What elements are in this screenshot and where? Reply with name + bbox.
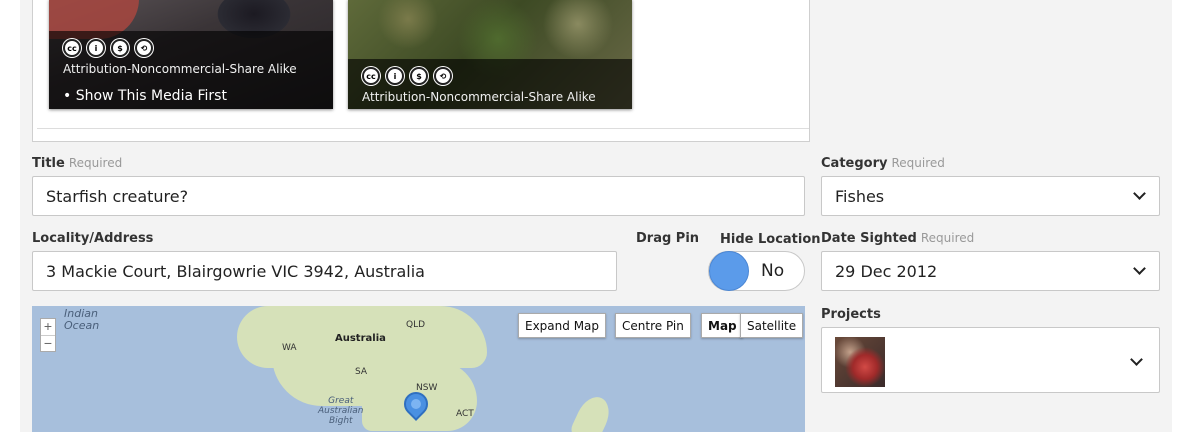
- hide-location-toggle[interactable]: No: [708, 251, 805, 291]
- cc-license-icons: cc i $ ⟲: [63, 39, 153, 57]
- map-label-line: Australian: [318, 406, 364, 416]
- date-sighted-label-text: Date Sighted: [821, 231, 917, 246]
- required-hint: Required: [920, 231, 975, 245]
- map-type-map-button[interactable]: Map: [701, 313, 743, 338]
- chevron-down-icon: [1130, 353, 1143, 366]
- title-input[interactable]: Starfish creature?: [32, 176, 805, 216]
- locality-input[interactable]: 3 Mackie Court, Blairgowrie VIC 3942, Au…: [32, 251, 617, 291]
- map-zoom-control: + −: [40, 318, 56, 352]
- locality-label: Locality/Address: [32, 231, 154, 246]
- date-sighted-value: 29 Dec 2012: [835, 261, 938, 281]
- expand-map-button[interactable]: Expand Map: [518, 313, 607, 338]
- date-sighted-select[interactable]: 29 Dec 2012: [821, 251, 1160, 291]
- map-label-wa: WA: [282, 343, 297, 353]
- map-label-indian-ocean: Indian Ocean: [64, 308, 99, 332]
- map-type-satellite-button[interactable]: Satellite: [740, 313, 804, 338]
- media-card-1[interactable]: cc i $ ⟲ Attribution-Noncommercial-Share…: [49, 0, 333, 109]
- location-map[interactable]: Indian Ocean Australia QLD WA SA NSW ACT…: [32, 306, 805, 432]
- show-media-first-link[interactable]: • Show This Media First: [63, 88, 227, 104]
- date-sighted-label: Date Sighted Required: [821, 231, 974, 246]
- chevron-down-icon: [1133, 187, 1146, 200]
- map-label-line: Ocean: [64, 319, 100, 332]
- map-label-sa: SA: [355, 367, 368, 377]
- zoom-in-button[interactable]: +: [41, 319, 55, 335]
- media-strip: cc i $ ⟲ Attribution-Noncommercial-Share…: [37, 0, 809, 129]
- media-panel: cc i $ ⟲ Attribution-Noncommercial-Share…: [32, 0, 810, 142]
- cc-icon: cc: [362, 67, 380, 85]
- map-label-act: ACT: [456, 409, 474, 419]
- category-label-text: Category: [821, 156, 888, 171]
- cc-icon: cc: [63, 39, 81, 57]
- toggle-value: No: [761, 261, 785, 281]
- title-label: Title Required: [32, 156, 122, 171]
- cc-license-icons: cc i $ ⟲: [362, 67, 452, 85]
- category-select[interactable]: Fishes: [821, 176, 1160, 216]
- category-value: Fishes: [835, 186, 885, 206]
- projects-select[interactable]: [821, 327, 1160, 393]
- projects-label: Projects: [821, 307, 881, 322]
- category-label: Category Required: [821, 156, 945, 171]
- map-label-line: Great: [328, 396, 354, 406]
- map-label-great-australian-bight: Great Australian Bight: [318, 396, 364, 426]
- hide-location-label: Hide Location: [720, 232, 821, 247]
- required-hint: Required: [68, 156, 123, 170]
- chevron-down-icon: [1133, 262, 1146, 275]
- share-alike-icon: ⟲: [135, 39, 153, 57]
- zoom-out-button[interactable]: −: [41, 335, 55, 351]
- map-land-nz: [568, 391, 616, 432]
- attribution-icon: i: [386, 67, 404, 85]
- media-overlay: cc i $ ⟲ Attribution-Noncommercial-Share…: [348, 59, 632, 109]
- media-overlay: cc i $ ⟲ Attribution-Noncommercial-Share…: [49, 31, 333, 109]
- share-alike-icon: ⟲: [434, 67, 452, 85]
- license-text: Attribution-Noncommercial-Share Alike: [63, 62, 297, 76]
- noncommercial-icon: $: [111, 39, 129, 57]
- license-text: Attribution-Noncommercial-Share Alike: [362, 90, 596, 104]
- title-label-text: Title: [32, 156, 65, 171]
- attribution-icon: i: [87, 39, 105, 57]
- drag-pin-label: Drag Pin: [636, 231, 700, 246]
- noncommercial-icon: $: [410, 67, 428, 85]
- project-thumbnail: [835, 337, 885, 387]
- media-card-2[interactable]: cc i $ ⟲ Attribution-Noncommercial-Share…: [348, 0, 632, 109]
- toggle-knob[interactable]: [709, 251, 749, 291]
- map-label-qld: QLD: [406, 320, 426, 330]
- required-hint: Required: [891, 156, 945, 170]
- centre-pin-button[interactable]: Centre Pin: [615, 313, 691, 338]
- map-label-line: Bight: [328, 416, 353, 426]
- map-label-australia: Australia: [335, 333, 386, 344]
